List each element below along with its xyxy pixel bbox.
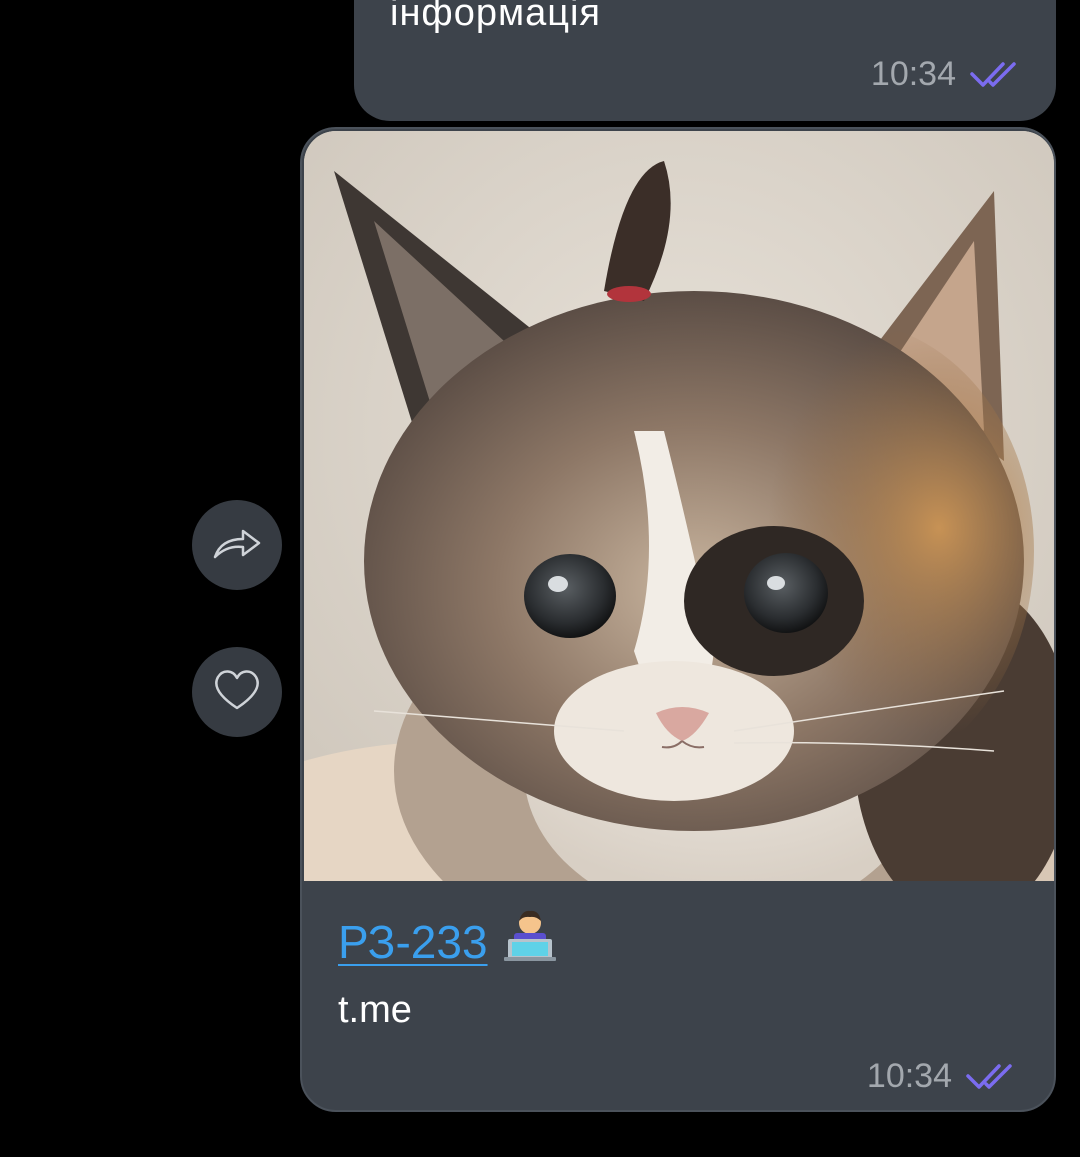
link-title-text: РЗ-233 [338,915,488,968]
link-preview-domain: t.me [338,989,412,1031]
chat-view: інформація 10:34 РЗ-233 t.me 10:34 [0,0,1080,1157]
message-bubble-link-preview[interactable]: РЗ-233 t.me 10:34 [300,127,1056,1112]
like-button[interactable] [192,647,282,737]
link-preview-title[interactable]: РЗ-233 [338,909,558,974]
technologist-emoji-icon [502,909,558,974]
double-check-icon [966,1062,1014,1092]
message-time: 10:34 [866,1057,952,1095]
message-text: інформація [390,0,602,34]
double-check-icon [970,60,1018,90]
message-time: 10:34 [870,55,956,93]
kitten-photo[interactable] [304,131,1054,881]
message-meta: 10:34 [871,55,1018,94]
message-meta: 10:34 [867,1057,1014,1096]
heart-icon [212,668,262,717]
message-bubble-previous[interactable]: інформація 10:34 [354,0,1056,121]
share-button[interactable] [192,500,282,590]
share-arrow-icon [211,523,263,568]
